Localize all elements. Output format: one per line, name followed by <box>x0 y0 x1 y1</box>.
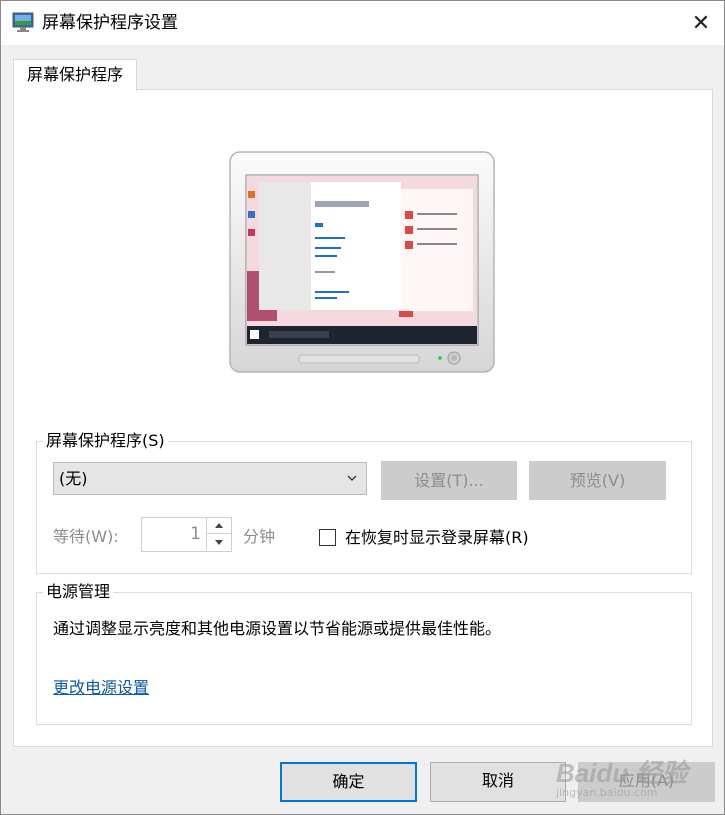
preview-button[interactable]: 预览(V) <box>529 461 666 500</box>
power-management-group: 电源管理 <box>36 581 692 725</box>
wait-label: 等待(W): <box>53 527 119 546</box>
screensaver-settings-dialog: 屏幕保护程序设置 ✕ 屏幕保护程序 屏幕保护程序(S) (无) 设置(T)...… <box>0 0 725 815</box>
tab-screensaver[interactable]: 屏幕保护程序 <box>13 59 137 91</box>
minutes-unit-label: 分钟 <box>243 527 276 546</box>
monitor-icon <box>12 12 34 32</box>
screensaver-select-value: (无) <box>59 469 88 488</box>
screensaver-preview-monitor <box>229 151 495 373</box>
screensaver-select[interactable]: (无) <box>53 462 367 495</box>
power-description: 通过调整显示亮度和其他电源设置以节省能源或提供最佳性能。 <box>53 619 502 638</box>
resume-login-checkbox[interactable] <box>319 529 336 546</box>
spin-up-icon[interactable] <box>206 518 231 534</box>
window-title: 屏幕保护程序设置 <box>42 13 178 33</box>
title-bar: 屏幕保护程序设置 ✕ <box>1 1 724 45</box>
wait-minutes-value: 1 <box>190 524 201 544</box>
change-power-settings-link[interactable]: 更改电源设置 <box>53 677 149 699</box>
resume-login-label[interactable]: 在恢复时显示登录屏幕(R) <box>345 527 529 549</box>
wait-minutes-stepper[interactable]: 1 <box>141 517 232 552</box>
apply-button[interactable]: 应用(A) <box>578 762 715 802</box>
spin-down-icon[interactable] <box>206 534 231 550</box>
chevron-down-icon <box>346 463 358 506</box>
close-icon[interactable]: ✕ <box>678 1 724 45</box>
screensaver-group-label: 屏幕保护程序(S) <box>43 430 168 452</box>
power-group-label: 电源管理 <box>43 581 114 603</box>
cancel-button[interactable]: 取消 <box>430 762 566 802</box>
ok-button[interactable]: 确定 <box>280 762 417 802</box>
settings-button[interactable]: 设置(T)... <box>381 461 517 500</box>
